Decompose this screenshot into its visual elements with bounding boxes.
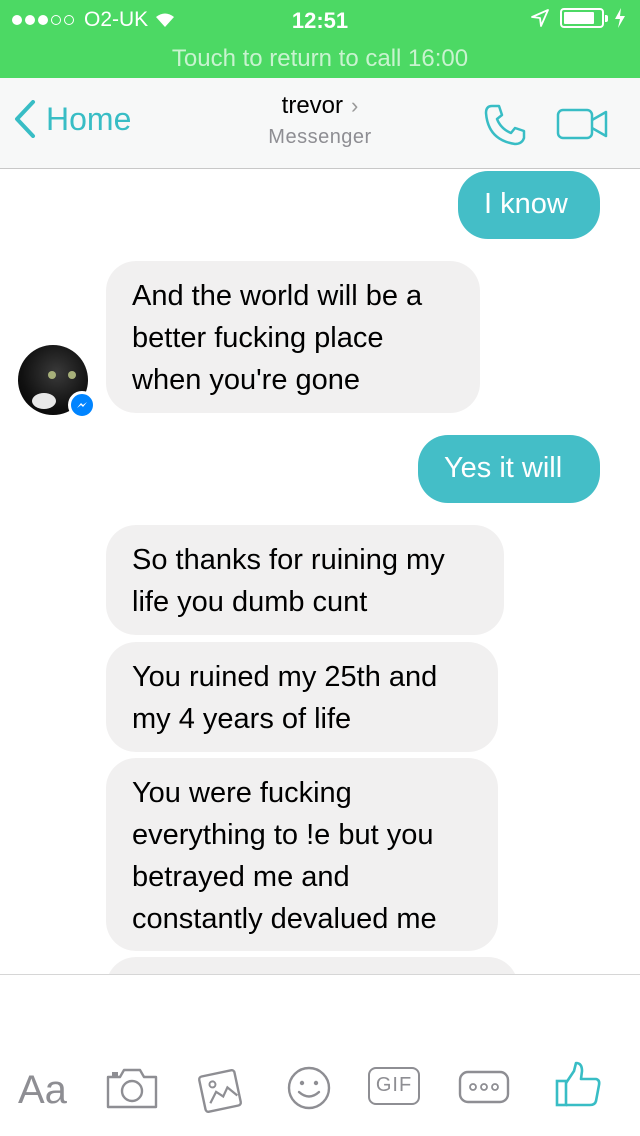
emoji-icon[interactable] — [286, 1065, 332, 1111]
composer-toolbar: Aa GIF — [0, 975, 640, 1136]
location-icon — [531, 9, 549, 27]
message-incoming[interactable]: And the world will be a better fucking p… — [106, 261, 480, 413]
message-incoming-partial[interactable] — [106, 957, 518, 975]
status-right — [530, 8, 626, 28]
message-outgoing[interactable]: Yes it will — [418, 435, 600, 503]
contact-title[interactable]: trevor › Messenger — [0, 92, 640, 149]
more-icon[interactable] — [458, 1070, 510, 1104]
like-icon[interactable] — [554, 1059, 602, 1109]
phone-icon[interactable] — [482, 102, 528, 148]
message-list[interactable]: I know And the world will be a better fu… — [0, 169, 640, 975]
contact-subtitle: Messenger — [268, 126, 372, 148]
gif-button[interactable]: GIF — [368, 1067, 420, 1105]
conversation-header: Home trevor › Messenger — [0, 78, 640, 169]
photo-icon[interactable] — [196, 1065, 246, 1115]
message-incoming[interactable]: You ruined my 25th and my 4 years of lif… — [106, 642, 498, 752]
message-incoming[interactable]: So thanks for ruining my life you dumb c… — [106, 525, 504, 635]
camera-icon[interactable] — [104, 1065, 160, 1111]
battery-icon — [560, 8, 608, 28]
charging-icon — [615, 8, 625, 28]
video-icon[interactable] — [556, 108, 608, 140]
chevron-right-icon: › — [351, 93, 359, 118]
messenger-badge-icon — [68, 391, 96, 419]
return-to-call-banner[interactable]: Touch to return to call 16:00 — [0, 40, 640, 78]
message-outgoing[interactable]: I know — [458, 171, 600, 239]
status-bar: O2-UK 12:51 — [0, 0, 640, 40]
text-input-button[interactable]: Aa — [18, 1068, 67, 1113]
message-incoming[interactable]: You were fucking everything to !e but yo… — [106, 758, 498, 951]
contact-name: trevor — [281, 92, 344, 119]
gif-icon: GIF — [375, 1074, 413, 1096]
